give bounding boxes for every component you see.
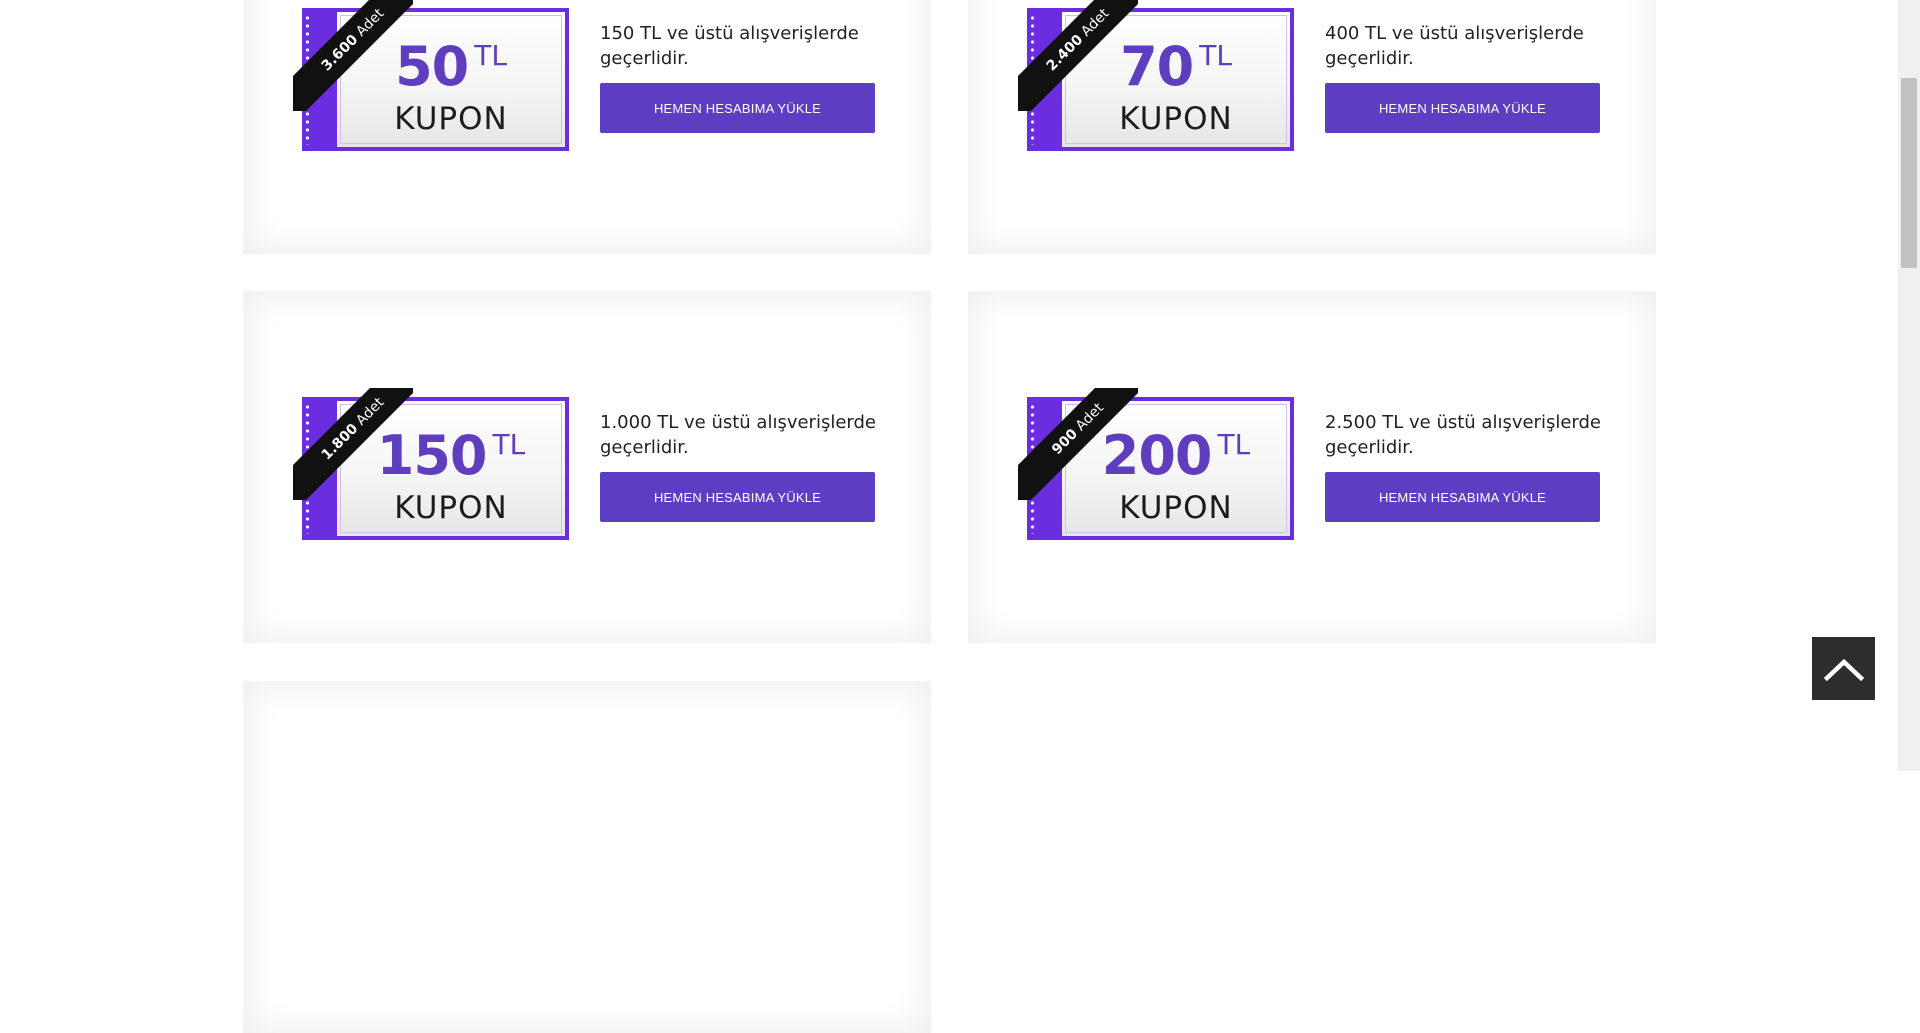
coupon-card: 200 TL KUPON 900 Adet 2.500 TL ve üstü al… — [968, 291, 1656, 643]
quantity-unit: Adet — [1078, 5, 1113, 40]
coupon-card: 150 TL KUPON 1.800 Adet 1.000 TL ve üstü … — [243, 291, 931, 643]
coupon-currency: TL — [1199, 39, 1232, 72]
coupon-quantity: 3.600 — [318, 31, 362, 75]
quantity-ribbon: 2.400 Adet — [1018, 0, 1138, 111]
quantity-ribbon: 1.800 Adet — [293, 388, 413, 500]
scrollbar-thumb[interactable] — [1901, 78, 1917, 268]
quantity-unit: Adet — [353, 5, 388, 40]
coupon-quantity: 900 — [1048, 426, 1081, 459]
coupon-currency: TL — [492, 428, 526, 461]
coupon-card — [243, 681, 931, 1033]
load-to-account-button[interactable]: HEMEN HESABIMA YÜKLE — [600, 83, 875, 133]
load-to-account-button[interactable]: HEMEN HESABIMA YÜKLE — [1325, 83, 1600, 133]
coupon-condition: 150 TL ve üstü alışverişlerde geçerlidir… — [600, 23, 859, 69]
coupon-condition: 400 TL ve üstü alışverişlerde geçerlidir… — [1325, 23, 1584, 69]
coupon-ticket: 50 TL KUPON 3.600 Adet — [293, 0, 569, 151]
coupon-quantity: 2.400 — [1043, 31, 1087, 75]
coupon-currency: TL — [474, 39, 507, 72]
coupon-currency: TL — [1217, 428, 1251, 461]
chevron-up-icon — [1823, 658, 1864, 681]
back-to-top-button[interactable] — [1812, 637, 1875, 700]
quantity-unit: Adet — [1072, 400, 1107, 435]
coupon-ticket: 70 TL KUPON 2.400 Adet — [1018, 0, 1294, 151]
quantity-ribbon: 3.600 Adet — [293, 0, 413, 111]
coupon-ticket: 200 TL KUPON 900 Adet — [1018, 388, 1294, 540]
coupon-quantity: 1.800 — [318, 420, 362, 464]
page-scrollbar[interactable] — [1898, 0, 1920, 771]
quantity-unit: Adet — [353, 394, 388, 429]
coupon-card: 70 TL KUPON 2.400 Adet 400 TL ve üstü alı… — [968, 0, 1656, 254]
coupon-condition: 1.000 TL ve üstü alışverişlerde geçerlid… — [600, 412, 876, 458]
coupon-card: 50 TL KUPON 3.600 Adet 150 TL ve üstü alı… — [243, 0, 931, 254]
coupon-ticket: 150 TL KUPON 1.800 Adet — [293, 388, 569, 540]
load-to-account-button[interactable]: HEMEN HESABIMA YÜKLE — [600, 472, 875, 522]
load-to-account-button[interactable]: HEMEN HESABIMA YÜKLE — [1325, 472, 1600, 522]
coupon-condition: 2.500 TL ve üstü alışverişlerde geçerlid… — [1325, 412, 1601, 458]
quantity-ribbon: 900 Adet — [1018, 388, 1138, 500]
